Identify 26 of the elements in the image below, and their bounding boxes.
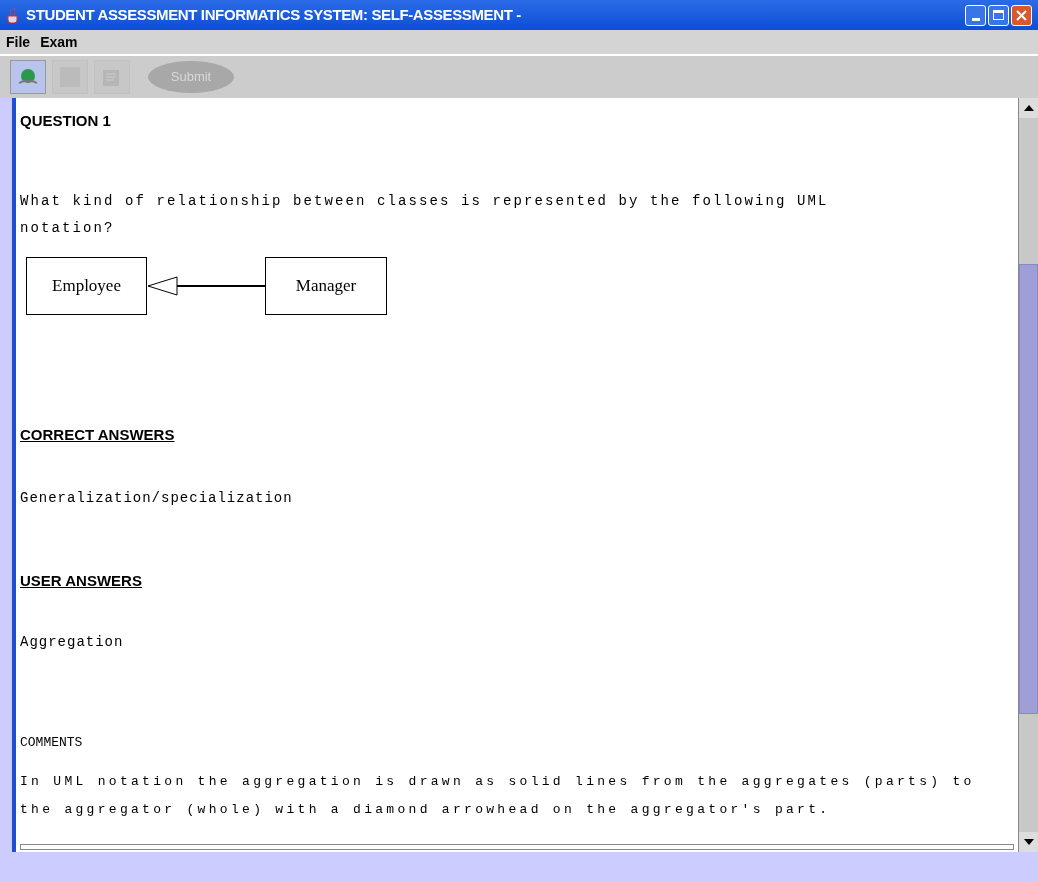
- section-heading: QUESTION 1: [20, 112, 112, 130]
- minimize-button[interactable]: [965, 4, 986, 26]
- toolbar-button[interactable]: [10, 60, 46, 94]
- vertical-scrollbar[interactable]: [1018, 98, 1038, 852]
- window-title: STUDENT ASSESSMENT INFORMATICS SYSTEM: SELF-ASSESSMENT -: [26, 4, 521, 25]
- answer-text: Aggregation: [20, 633, 125, 652]
- question-text: What kind of relationship between classes is represented by the following UML notation?: [20, 192, 830, 238]
- horizontal-scrollbar[interactable]: [20, 844, 1014, 850]
- section-heading: CORRECT ANSWERS: [20, 426, 176, 444]
- coffee-cup-icon: [6, 7, 20, 23]
- class-box: Employee: [26, 257, 147, 315]
- class-box: Manager: [265, 257, 387, 315]
- scroll-down-button[interactable]: [1019, 832, 1038, 852]
- menu-item[interactable]: Exam: [40, 31, 78, 53]
- section-heading: COMMENTS: [20, 734, 84, 752]
- comment-text: In UML notation the aggregation is drawn as solid lines from the aggregates (parts) to the aggregator (whole) with a diamond arrowhead on the aggregator's part.: [20, 773, 976, 819]
- section-heading: USER ANSWERS: [20, 572, 143, 590]
- answer-text: Generalization/specialization: [20, 489, 294, 508]
- scrollbar-thumb[interactable]: [1019, 264, 1038, 714]
- up-arrow-icon: [1023, 105, 1034, 111]
- close-icon: [1016, 9, 1027, 21]
- maximize-button[interactable]: [988, 4, 1009, 26]
- close-button[interactable]: [1011, 4, 1032, 26]
- down-arrow-icon: [1023, 839, 1034, 845]
- scroll-up-button[interactable]: [1019, 98, 1038, 118]
- menu-item[interactable]: File: [6, 31, 31, 53]
